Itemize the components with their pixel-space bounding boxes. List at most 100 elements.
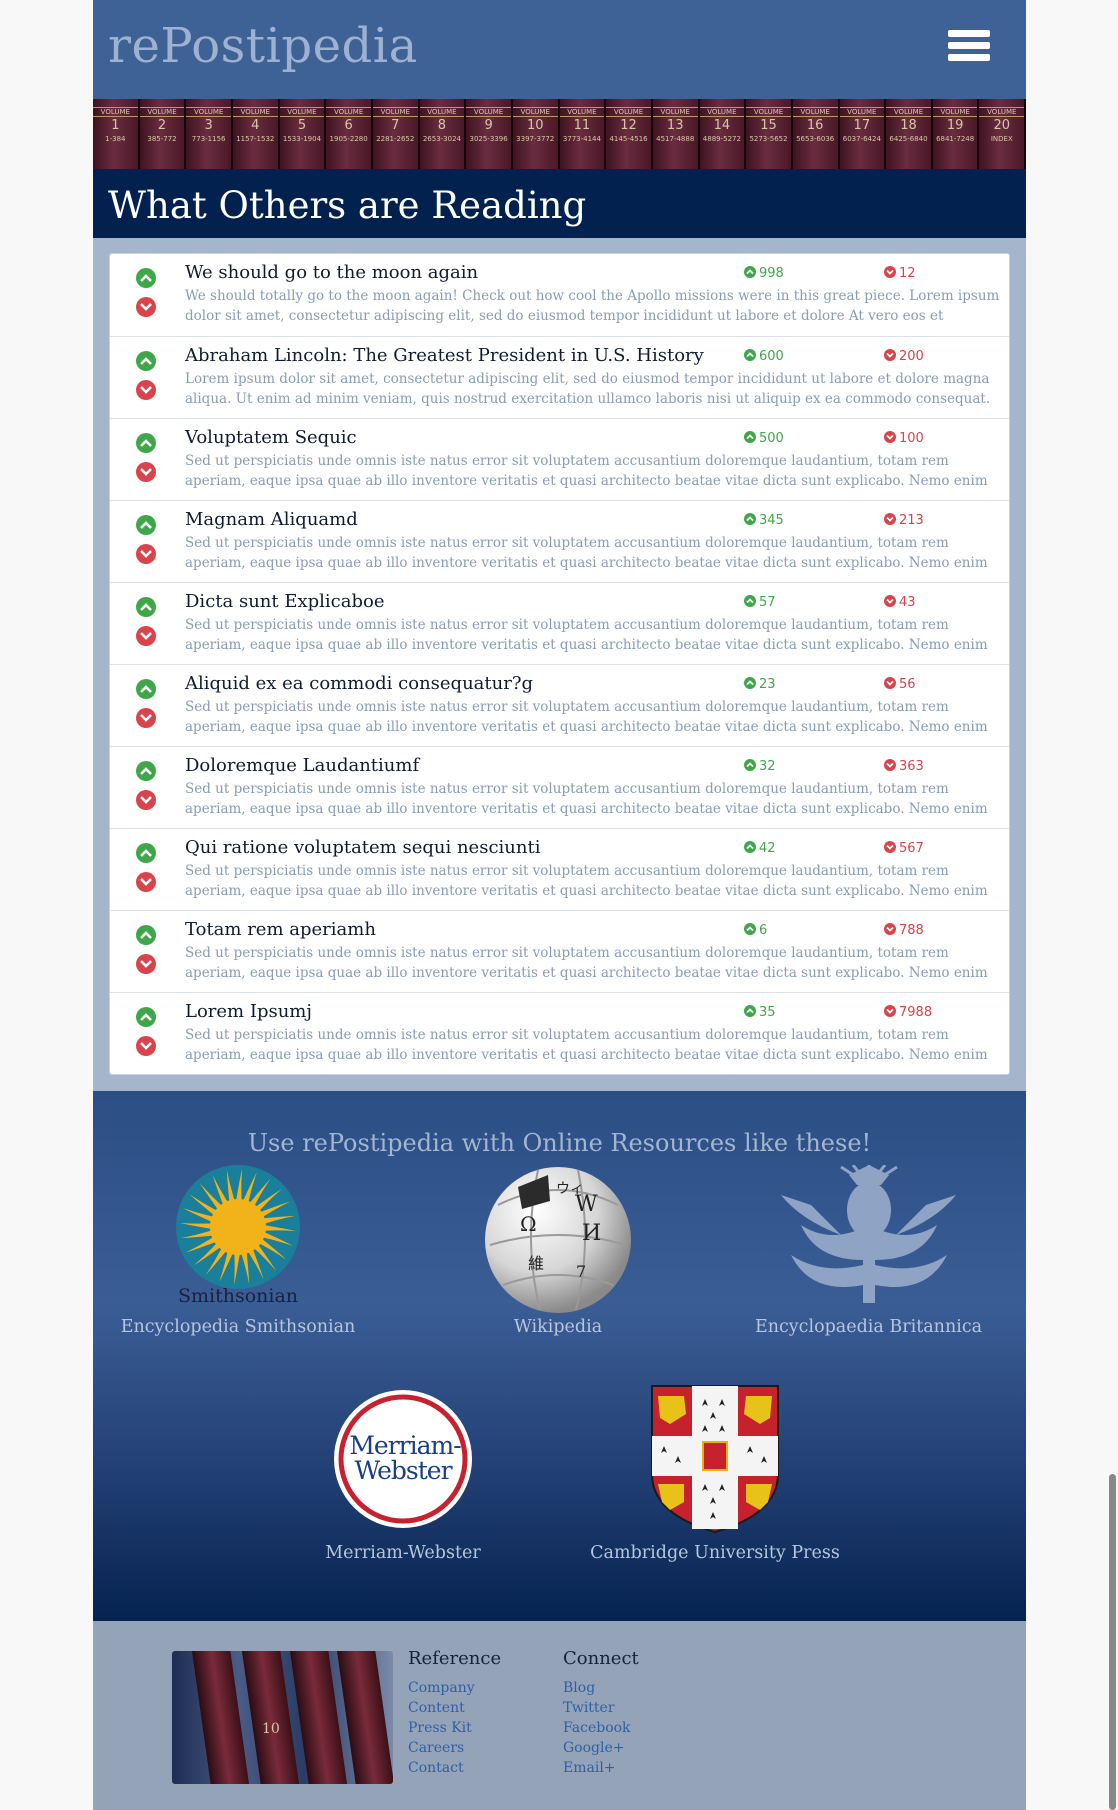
resource-cambridge[interactable]: Cambridge University Press — [590, 1384, 840, 1563]
post-item: Magnam Aliquamd 345 213 Sed ut perspiciatis… — [110, 500, 1009, 582]
resource-label: Encyclopaedia Britannica — [754, 1317, 983, 1337]
post-title[interactable]: Magnam Aliquamd — [185, 509, 358, 530]
menu-icon[interactable] — [948, 30, 990, 66]
scrollbar[interactable] — [1109, 1474, 1116, 1810]
post-description: Sed ut perspiciatis unde omnis iste natu… — [185, 617, 988, 653]
upvote-icon[interactable] — [136, 679, 156, 699]
resource-britannica[interactable]: Encyclopaedia Britannica — [755, 1164, 982, 1337]
volume-range: 4889-5272 — [702, 135, 741, 143]
books-banner: VOLUME 1 1-384 VOLUME 2 385-772 VOLUME 3 773-115… — [93, 99, 1026, 169]
downvote-icon[interactable] — [136, 954, 156, 974]
volume-range: 4145-4516 — [609, 135, 648, 143]
upvote-icon[interactable] — [136, 433, 156, 453]
volume-range: 4517-4888 — [656, 135, 695, 143]
footer-link-content[interactable]: Content — [408, 1698, 501, 1718]
footer-volume-number: 10 — [262, 1721, 280, 1737]
downvote-count: 567 — [884, 841, 924, 856]
downvote-count: 100 — [884, 431, 924, 446]
post-title[interactable]: Aliquid ex ea commodi consequatur?g — [185, 673, 533, 694]
footer-link-facebook[interactable]: Facebook — [563, 1718, 639, 1738]
downvote-icon[interactable] — [136, 544, 156, 564]
upvote-icon[interactable] — [136, 1007, 156, 1027]
post-title[interactable]: We should go to the moon again — [185, 262, 478, 283]
upvote-icon — [744, 595, 756, 607]
post-title[interactable]: Abraham Lincoln: The Greatest President … — [185, 345, 704, 366]
volume-range: 3773-4144 — [562, 135, 601, 143]
post-title[interactable]: Dicta sunt Explicaboe — [185, 591, 385, 612]
footer-link-company[interactable]: Company — [408, 1678, 501, 1698]
downvote-icon — [884, 595, 896, 607]
upvote-icon — [744, 513, 756, 525]
footer-heading: Connect — [563, 1648, 639, 1669]
book-volume: VOLUME 6 1905-2280 — [326, 99, 373, 169]
upvote-icon[interactable] — [136, 843, 156, 863]
resources-heading: Use rePostipedia with Online Resources l… — [247, 1129, 872, 1157]
upvote-icon[interactable] — [136, 925, 156, 945]
downvote-icon[interactable] — [136, 790, 156, 810]
resource-merriam-webster[interactable]: Merriam- Webster Merriam-Webster — [325, 1389, 481, 1563]
volume-label: VOLUME — [606, 107, 651, 117]
post-description: Sed ut perspiciatis unde omnis iste natu… — [185, 453, 988, 489]
site-logo[interactable]: rePostipedia — [108, 18, 418, 74]
volume-label: VOLUME — [979, 107, 1025, 117]
book-volume: VOLUME 17 6037-6424 — [839, 99, 887, 169]
post-title[interactable]: Doloremque Laudantiumf — [185, 755, 419, 776]
downvote-icon[interactable] — [136, 872, 156, 892]
volume-range: 1-384 — [105, 135, 126, 143]
volume-label: VOLUME — [372, 107, 418, 117]
upvote-icon[interactable] — [136, 351, 156, 371]
downvote-icon[interactable] — [136, 708, 156, 728]
volume-range: 1533-1904 — [282, 135, 322, 143]
downvote-icon[interactable] — [136, 297, 156, 317]
footer-link-careers[interactable]: Careers — [408, 1738, 501, 1758]
footer: 10 Reference Company Content Press Kit C… — [93, 1621, 1026, 1810]
wikipedia-globe-icon: WΩ И維ウィ7 — [485, 1167, 631, 1313]
volume-label: VOLUME — [932, 107, 978, 117]
footer-link-google-plus[interactable]: Google+ — [563, 1738, 639, 1758]
header: rePostipedia — [93, 0, 1026, 99]
upvote-icon[interactable] — [136, 597, 156, 617]
post-title[interactable]: Qui ratione voluptatem sequi nesciunti — [185, 837, 540, 858]
merriam-webster-logo-icon: Merriam- Webster — [334, 1390, 472, 1528]
upvote-icon[interactable] — [136, 268, 156, 288]
wiki-glyph: 維 — [528, 1254, 544, 1273]
post-item: Dicta sunt Explicaboe 57 43 Sed ut perspici… — [110, 582, 1009, 664]
wiki-glyph: Ω — [520, 1212, 537, 1236]
post-title[interactable]: Voluptatem Sequic — [185, 427, 357, 448]
book-volume: VOLUME 15 5273-5652 — [746, 99, 793, 169]
upvote-icon[interactable] — [136, 515, 156, 535]
footer-link-blog[interactable]: Blog — [563, 1678, 639, 1698]
upvote-icon[interactable] — [136, 761, 156, 781]
book-volume: VOLUME 18 6425-6840 — [886, 99, 933, 169]
section-title: What Others are Reading — [93, 169, 1026, 238]
wiki-glyph: ウィ — [556, 1181, 584, 1197]
footer-link-twitter[interactable]: Twitter — [563, 1698, 639, 1718]
footer-heading: Reference — [408, 1648, 502, 1669]
post-item: We should go to the moon again 998 12 We sh… — [110, 254, 1009, 336]
volume-number: 20 — [993, 118, 1011, 133]
book-volume: VOLUME 1 1-384 — [93, 99, 140, 169]
downvote-icon — [884, 841, 896, 853]
upvote-icon — [744, 923, 756, 935]
footer-link-contact[interactable]: Contact — [408, 1758, 501, 1778]
resource-smithsonian[interactable]: Smithsonian Encyclopedia Smithsonian — [121, 1165, 355, 1337]
downvote-icon[interactable] — [136, 462, 156, 482]
upvote-icon — [744, 677, 756, 689]
downvote-count: 213 — [884, 513, 924, 528]
downvote-icon[interactable] — [136, 1036, 156, 1056]
downvote-icon[interactable] — [136, 626, 156, 646]
upvote-icon — [744, 431, 756, 443]
footer-link-press-kit[interactable]: Press Kit — [408, 1718, 501, 1738]
downvote-icon[interactable] — [136, 380, 156, 400]
post-title[interactable]: Lorem Ipsumj — [185, 1001, 312, 1022]
post-description: Sed ut perspiciatis unde omnis iste natu… — [185, 1027, 988, 1063]
volume-number: 13 — [666, 118, 684, 133]
volume-range: 385-772 — [147, 135, 177, 143]
book-volume: VOLUME 5 1533-1904 — [279, 99, 327, 169]
post-title[interactable]: Totam rem aperiamh — [185, 919, 376, 940]
post-item: Voluptatem Sequic 500 100 Sed ut perspiciat… — [110, 418, 1009, 500]
resource-wikipedia[interactable]: W Ω И 維ウィ 7 Wikipedia — [478, 1165, 638, 1337]
footer-link-email[interactable]: Email+ — [563, 1758, 639, 1778]
book-volume: VOLUME 2 385-772 — [139, 99, 187, 169]
volume-label: VOLUME — [559, 107, 605, 117]
